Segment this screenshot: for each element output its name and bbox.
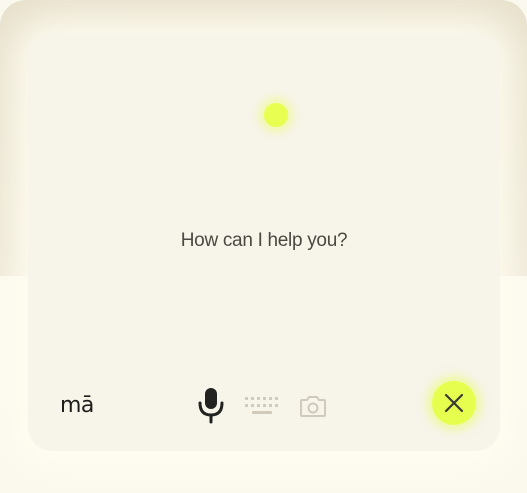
camera-icon (300, 396, 326, 417)
assistant-panel: How can I help you? mā (28, 33, 500, 451)
close-button[interactable] (432, 381, 476, 425)
camera-button[interactable] (299, 393, 327, 419)
keyboard-icon (245, 397, 278, 414)
close-icon (444, 393, 464, 413)
microphone-icon (198, 388, 224, 424)
brand-logo: mā (60, 393, 94, 418)
assistant-prompt: How can I help you? (180, 230, 348, 251)
microphone-button[interactable] (196, 385, 226, 425)
keyboard-button[interactable] (244, 395, 282, 417)
status-indicator-dot (264, 103, 288, 127)
